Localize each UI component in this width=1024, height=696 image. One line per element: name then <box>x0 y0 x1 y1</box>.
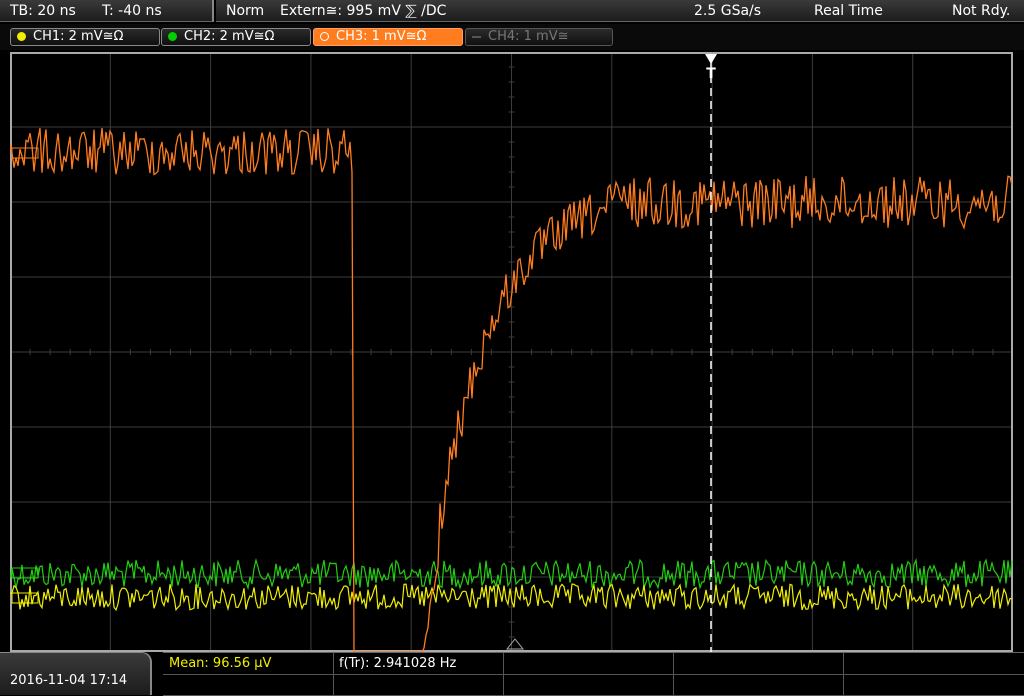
trigger-mode: Norm <box>226 3 265 19</box>
measurement-divider <box>843 674 844 695</box>
sample-rate: 2.5 GSa/s <box>694 3 762 19</box>
timebase-value: TB: 20 ns <box>10 3 76 19</box>
channel-3-indicator-icon <box>320 32 329 41</box>
measurement-divider <box>673 674 674 695</box>
datetime-panel: 2016-11-04 17:14 <box>0 652 152 695</box>
channel-2-button[interactable]: CH2: 2 mV≅Ω <box>161 28 311 46</box>
channel-3-button[interactable]: CH3: 1 mV≅Ω <box>313 28 463 46</box>
measurement-divider <box>503 674 504 695</box>
channel-2-label: CH2: 2 mV≅Ω <box>184 29 275 44</box>
frequency-measurement: f(Tr): 2.941028 Hz <box>339 656 457 671</box>
trigger-position-marker-icon[interactable] <box>705 54 717 64</box>
channel-1-indicator-icon <box>17 32 26 41</box>
trigger-panel[interactable]: Norm Extern≅: 995 mV ⅀ /DC 2.5 GSa/s Rea… <box>216 0 1024 22</box>
trigger-source: Extern≅: 995 mV ⅀ /DC <box>280 3 447 19</box>
measurement-divider <box>843 653 844 674</box>
waveform-display[interactable]: T <box>10 52 1013 652</box>
measurement-divider <box>333 674 334 695</box>
measurement-divider <box>333 653 334 674</box>
trigger-marker-label: T <box>706 66 716 82</box>
channel-1-button[interactable]: CH1: 2 mV≅Ω <box>10 28 160 46</box>
channel-2-indicator-icon <box>168 32 177 41</box>
measurement-panel[interactable]: Mean: 96.56 µV f(Tr): 2.941028 Hz <box>163 652 1024 696</box>
timestamp: 2016-11-04 17:14 <box>10 673 128 688</box>
channel-3-label: CH3: 1 mV≅Ω <box>336 29 427 44</box>
channel-1-label: CH1: 2 mV≅Ω <box>33 29 124 44</box>
measurement-divider <box>673 653 674 674</box>
acquisition-mode: Real Time <box>814 3 883 19</box>
channel-4-button[interactable]: CH4: 1 mV≅ <box>465 28 613 46</box>
channel-4-label: CH4: 1 mV≅ <box>488 29 569 44</box>
channel-4-indicator-icon <box>472 36 481 38</box>
trigger-time-value: T: -40 ns <box>102 3 162 19</box>
measurement-row: Mean: 96.56 µV f(Tr): 2.941028 Hz <box>163 653 1024 675</box>
graticule <box>10 52 1013 652</box>
time-reference-marker-icon <box>505 638 525 650</box>
measurement-divider <box>503 653 504 674</box>
trigger-status: Not Rdy. <box>952 3 1011 19</box>
measurement-row <box>163 674 1024 696</box>
timebase-panel[interactable]: TB: 20 ns T: -40 ns <box>0 0 214 22</box>
mean-measurement: Mean: 96.56 µV <box>169 656 272 671</box>
channel-bar: CH1: 2 mV≅Ω CH2: 2 mV≅Ω CH3: 1 mV≅Ω CH4:… <box>0 24 1024 50</box>
